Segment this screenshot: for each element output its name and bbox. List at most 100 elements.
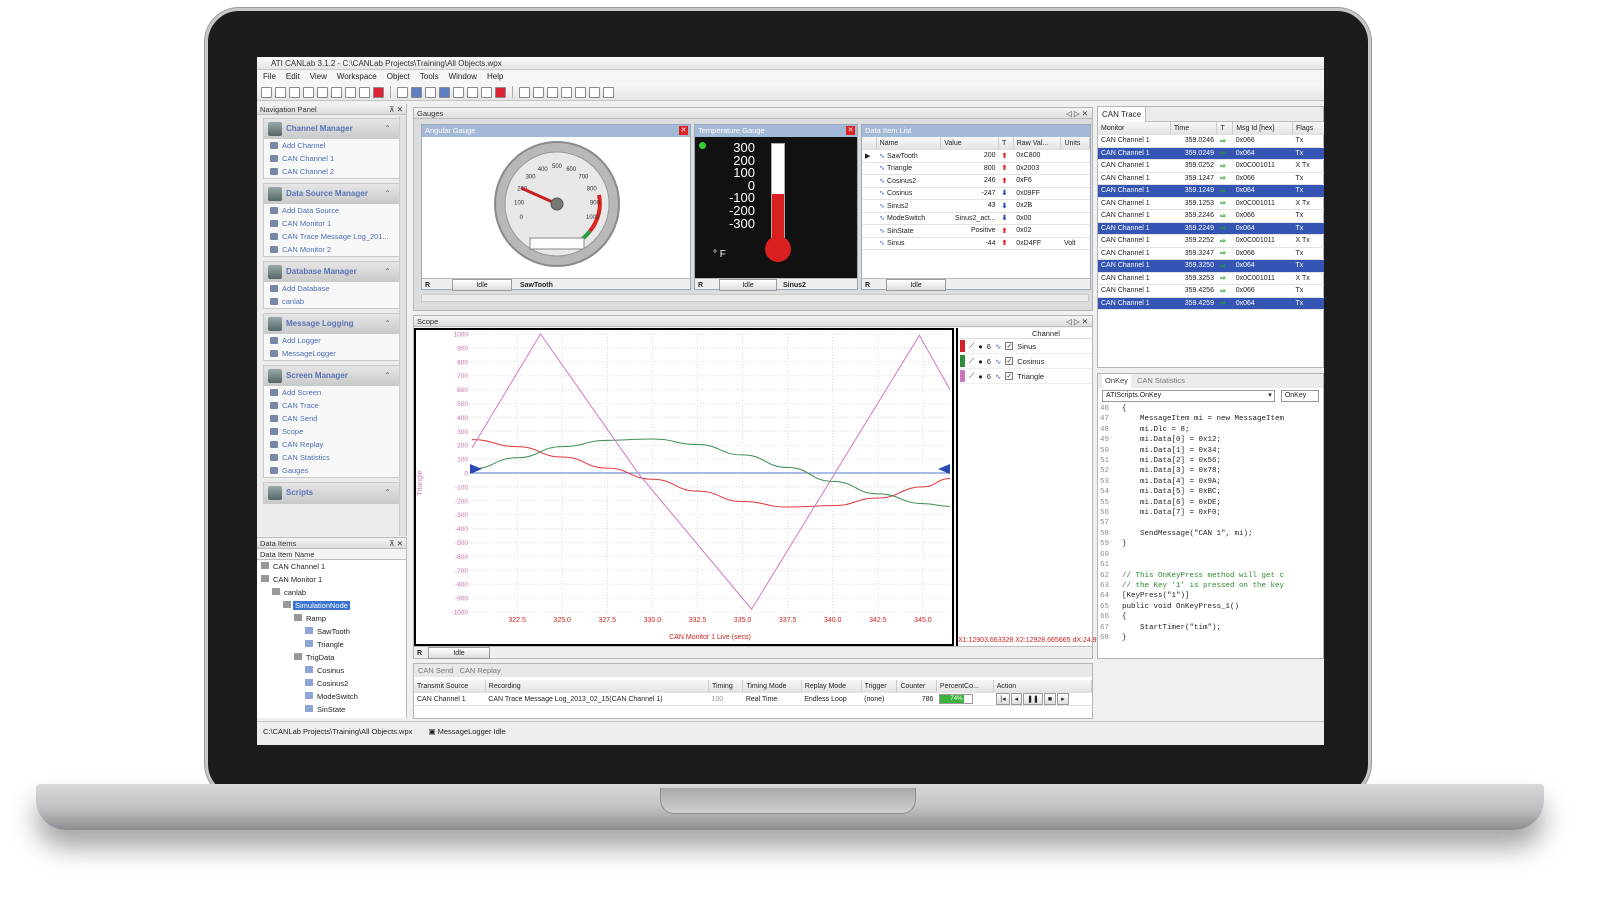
nav-item[interactable]: MessageLogger [264, 347, 399, 360]
script-class-dropdown[interactable]: ATIScripts.OnKey ▾ [1102, 390, 1275, 402]
stop-icon[interactable]: ■ [1043, 693, 1057, 705]
visible-checkbox[interactable]: ✓ [1005, 372, 1014, 380]
can-trace-tab[interactable]: CAN Trace [1098, 107, 1147, 122]
print-icon[interactable] [317, 86, 328, 98]
table-row[interactable]: ∿ Triangle 800 ⬆ 0x2003 [862, 162, 1090, 175]
table-header[interactable]: Counter [896, 680, 937, 693]
menu-item-object[interactable]: Object [387, 70, 410, 84]
table-row[interactable]: ▶ ∿ SawTooth 200 ⬆ 0xC800 [862, 149, 1090, 163]
nav-section-header[interactable]: Scripts ⌃ [264, 483, 399, 503]
tree-item[interactable]: Cosinus2 [257, 677, 406, 690]
gauges-scrollbar[interactable] [421, 294, 1089, 302]
table-header[interactable]: Msg Id [hex] [1232, 122, 1294, 135]
collapse-icon[interactable]: ⌃ [384, 119, 391, 139]
tree-item[interactable]: TrigData [257, 651, 406, 664]
save-all-icon[interactable] [303, 86, 314, 98]
collapse-icon[interactable]: ⌃ [384, 262, 391, 282]
nav-item[interactable]: Add Logger [264, 334, 399, 347]
table-header[interactable]: T [998, 137, 1014, 150]
window-icon[interactable] [603, 86, 614, 98]
collapse-icon[interactable]: ⌃ [384, 483, 391, 503]
menu-item-view[interactable]: View [310, 70, 327, 84]
nav-item[interactable]: Scope [264, 425, 399, 438]
graph-icon[interactable] [439, 86, 450, 98]
window-controls[interactable]: ◁ ▷ ✕ [1066, 316, 1088, 327]
tree-item[interactable]: CAN Channel 1 [257, 560, 406, 573]
table-header[interactable]: Timing [708, 680, 744, 693]
table-header[interactable]: Replay Mode [801, 680, 862, 693]
tree-item[interactable]: SawTooth [257, 625, 406, 638]
nav-section-header[interactable]: Data Source Manager ⌃ [264, 184, 399, 204]
nav-item[interactable]: CAN Trace Message Log_201... [264, 230, 399, 243]
trace-row[interactable]: CAN Channel 1 359.4256 ⇨ 0x066 Tx [1098, 284, 1324, 298]
trace-row[interactable]: CAN Channel 1 359.3253 ⇨ 0x0C001011 X Tx [1098, 272, 1324, 285]
table-row[interactable]: ∿ SinState Positive ⬆ 0x02 [862, 224, 1090, 238]
trace-row[interactable]: CAN Channel 1 359.0252 ⇨ 0x0C001011 X Tx [1098, 159, 1324, 173]
tab-can-statistics[interactable]: CAN Statistics [1137, 374, 1185, 388]
table-header[interactable]: Timing Mode [742, 680, 802, 693]
add-screen-icon[interactable] [397, 86, 408, 98]
data-icon[interactable] [533, 86, 544, 98]
table-header[interactable]: T [1216, 122, 1234, 135]
scope-tab[interactable]: Scope ◁ ▷ ✕ [414, 316, 1092, 327]
visible-checkbox[interactable]: ✓ [1005, 342, 1014, 350]
grid-icon[interactable] [467, 86, 478, 98]
wave-icon[interactable] [425, 86, 436, 98]
nav-item[interactable]: Add Database [264, 282, 399, 295]
table-header[interactable]: Units [1060, 137, 1090, 150]
prev-icon[interactable]: ◂ [1010, 693, 1023, 705]
menu-item-edit[interactable]: Edit [286, 70, 300, 84]
nav-section-header[interactable]: Database Manager ⌃ [264, 262, 399, 282]
table-row[interactable]: ∿ Cosinus2 246 ⬆ 0xF6 [862, 174, 1090, 188]
scope-status-button[interactable]: Idle [428, 647, 491, 659]
menu-item-file[interactable]: File [263, 70, 276, 84]
trace-row[interactable]: CAN Channel 1 359.4259 ⇨ 0x064 Tx [1098, 297, 1324, 310]
nav-item[interactable]: CAN Monitor 1 [264, 217, 399, 230]
next-icon[interactable]: ▸ [1057, 693, 1069, 705]
tree-item[interactable]: CAN Monitor 1 [257, 573, 406, 586]
collapse-icon[interactable]: ⌃ [384, 366, 391, 386]
close-icon[interactable]: ✕ [679, 126, 688, 135]
table-row[interactable]: ∿ Cosinus -247 ⬇ 0x09FF [862, 187, 1090, 200]
list-icon[interactable] [453, 86, 464, 98]
table-row[interactable]: CAN Channel 1 CAN Trace Message Log_2013_… [414, 692, 1092, 706]
chart-icon[interactable] [411, 86, 422, 98]
nav-item[interactable]: CAN Trace [264, 399, 399, 412]
visible-checkbox[interactable]: ✓ [1005, 357, 1014, 365]
save-icon[interactable] [289, 86, 300, 98]
menu-item-window[interactable]: Window [449, 70, 477, 84]
table-header[interactable]: Name [876, 137, 942, 150]
legend-row[interactable]: ⟋ ● 6 ∿ ✓ Triangle [958, 369, 1092, 384]
nav-item[interactable]: canlab [264, 295, 399, 308]
close-icon[interactable]: ⊼ ✕ [389, 104, 403, 115]
nav-scrollbar[interactable] [399, 116, 406, 536]
menu-item-workspace[interactable]: Workspace [337, 70, 377, 84]
collapse-icon[interactable]: ⌃ [384, 314, 391, 334]
list-status-button[interactable]: Idle [886, 279, 947, 291]
nav-item[interactable]: CAN Monitor 2 [264, 243, 399, 256]
tab-can-send[interactable]: CAN Send [418, 664, 453, 677]
close-icon[interactable]: ✕ [846, 126, 855, 135]
pause-icon[interactable]: ❚❚ [1023, 693, 1043, 705]
gauge-status-button[interactable]: Idle [719, 279, 778, 291]
nav-section-header[interactable]: Message Logging ⌃ [264, 314, 399, 334]
nav-item[interactable]: CAN Channel 2 [264, 165, 399, 178]
copy-icon[interactable] [345, 86, 356, 98]
link-icon[interactable] [561, 86, 572, 98]
record-icon[interactable] [373, 86, 384, 98]
trace-row[interactable]: CAN Channel 1 359.2252 ⇨ 0x0C001011 X Tx [1098, 234, 1324, 248]
refresh-icon[interactable] [481, 86, 492, 98]
table-header[interactable]: Time [1170, 122, 1218, 135]
trace-row[interactable]: CAN Channel 1 359.3247 ⇨ 0x066 Tx [1098, 247, 1324, 260]
table-header[interactable]: Flags [1292, 122, 1324, 135]
table-header[interactable]: Monitor [1098, 122, 1171, 135]
close-icon[interactable]: ⊼ ✕ [389, 538, 403, 549]
legend-row[interactable]: ⟋ ● 6 ∿ ✓ Cosinus [958, 354, 1092, 369]
nav-item[interactable]: CAN Statistics [264, 451, 399, 464]
table-row[interactable]: ∿ ModeSwitch Sinus2_act... ⬇ 0x00 [862, 212, 1090, 225]
export-icon[interactable] [589, 86, 600, 98]
filter-icon[interactable] [575, 86, 586, 98]
gauge-status-button[interactable]: Idle [452, 279, 513, 291]
gauges-tab[interactable]: Gauges ◁ ▷ ✕ [414, 108, 1092, 119]
table-header[interactable]: Value [940, 137, 999, 150]
